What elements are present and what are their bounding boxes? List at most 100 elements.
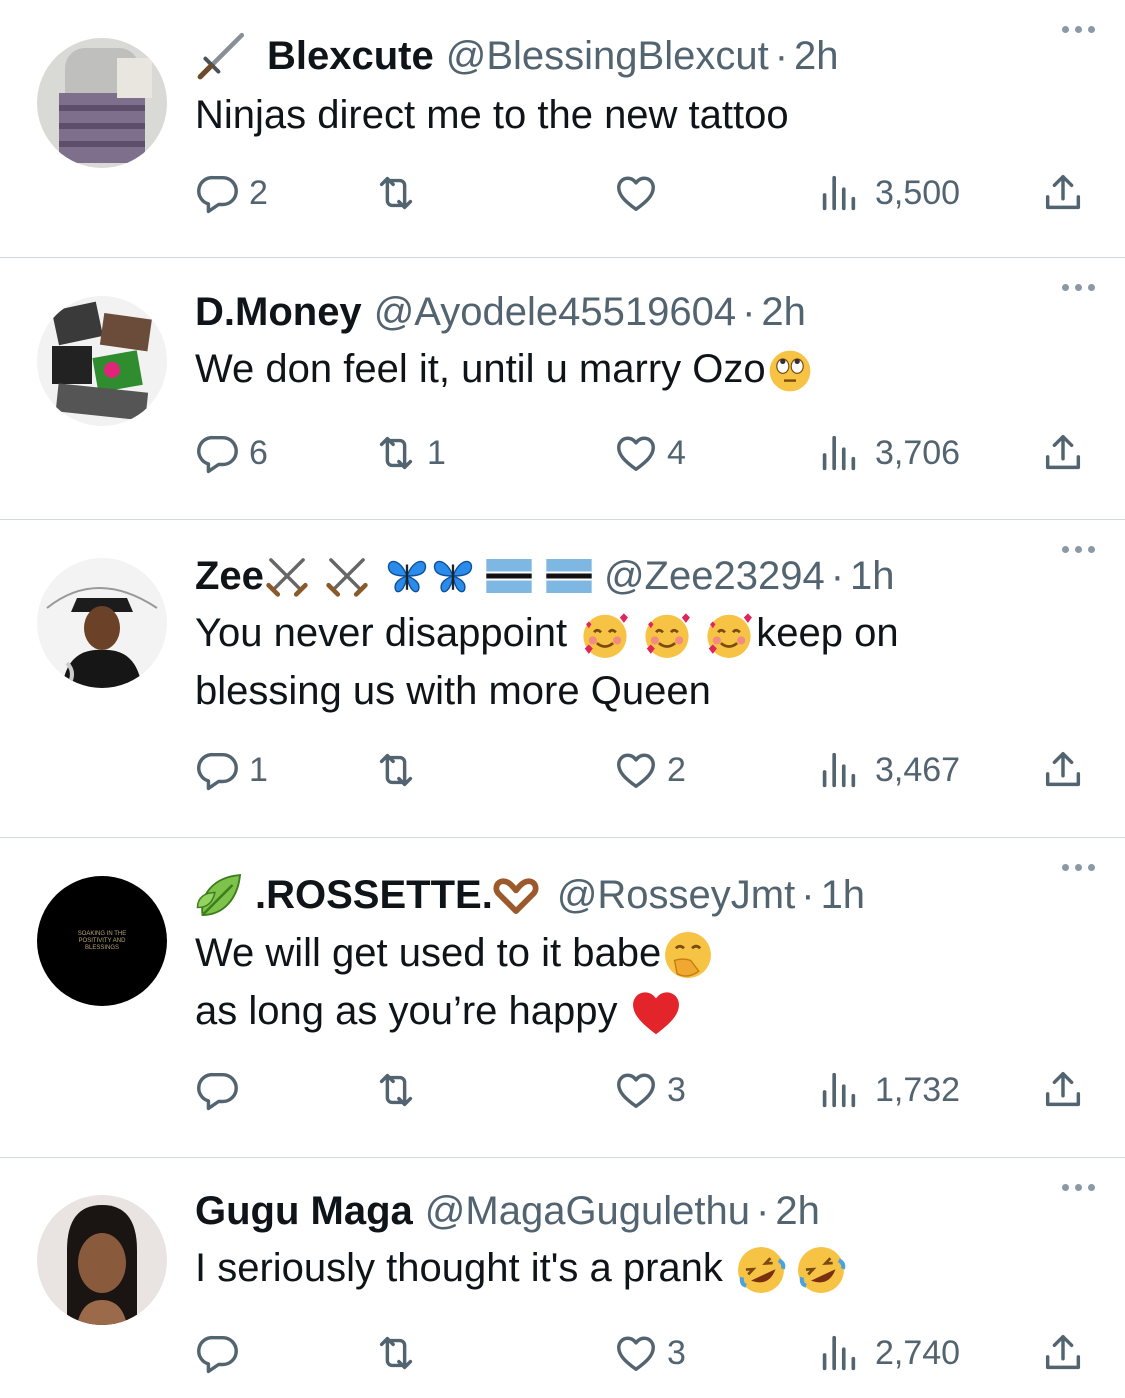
- botswana-flag-icon: [546, 559, 592, 593]
- reply-button[interactable]: 6: [195, 428, 268, 478]
- leaf-icon: [195, 870, 245, 920]
- views-button[interactable]: 2,740: [815, 1328, 960, 1378]
- retweet-count: 1: [427, 433, 446, 472]
- reply-icon: [195, 1330, 241, 1376]
- tweet-card[interactable]: Blexcute @BlessingBlexcut · 2h Ninjas di…: [0, 0, 1125, 258]
- heart-icon: [613, 1330, 659, 1376]
- action-bar: 2 3,500: [195, 168, 1085, 218]
- share-button[interactable]: [1040, 168, 1086, 218]
- face-with-hand-over-mouth-emoji: [661, 928, 715, 982]
- tweet-line: I seriously thought it's a prank: [195, 1246, 735, 1290]
- display-name[interactable]: Zee: [195, 552, 264, 600]
- timestamp[interactable]: 2h: [761, 288, 806, 336]
- action-bar: 3 2,740: [195, 1328, 1085, 1378]
- like-button[interactable]: 4: [613, 428, 686, 478]
- dagger-icon: [195, 30, 247, 82]
- reply-button[interactable]: 2: [195, 168, 268, 218]
- views-button[interactable]: 3,500: [815, 168, 960, 218]
- timestamp[interactable]: 2h: [794, 32, 839, 80]
- action-bar: 6 1 4 3,706: [195, 428, 1085, 478]
- views-icon: [815, 170, 861, 216]
- share-button[interactable]: [1040, 428, 1086, 478]
- share-button[interactable]: [1040, 745, 1086, 795]
- views-button[interactable]: 3,706: [815, 428, 960, 478]
- more-options-icon[interactable]: [1062, 284, 1095, 291]
- retweet-button[interactable]: [373, 168, 427, 218]
- action-bar: 3 1,732: [195, 1065, 1085, 1115]
- tweet-card[interactable]: SOAKING IN THE POSITIVITY AND BLESSINGS …: [0, 838, 1125, 1158]
- share-icon: [1040, 1330, 1086, 1376]
- smiling-face-with-hearts-emoji: [702, 608, 756, 662]
- display-name[interactable]: .ROSSETTE.: [255, 871, 493, 919]
- avatar[interactable]: [37, 558, 167, 688]
- views-icon: [815, 430, 861, 476]
- views-count: 1,732: [875, 1070, 961, 1109]
- heart-icon: [613, 747, 659, 793]
- crossed-swords-icon: [324, 553, 370, 599]
- timestamp[interactable]: 2h: [775, 1187, 820, 1235]
- tweet-text: Ninjas direct me to the new tattoo: [195, 86, 1085, 144]
- display-name[interactable]: Gugu Maga: [195, 1187, 413, 1235]
- avatar[interactable]: SOAKING IN THE POSITIVITY AND BLESSINGS: [37, 876, 167, 1006]
- separator-dot: ·: [774, 34, 789, 78]
- like-button[interactable]: 3: [613, 1065, 686, 1115]
- retweet-button[interactable]: 1: [373, 428, 446, 478]
- user-handle[interactable]: @Ayodele45519604: [374, 288, 736, 336]
- share-button[interactable]: [1040, 1328, 1086, 1378]
- more-options-icon[interactable]: [1062, 1184, 1095, 1191]
- avatar[interactable]: [37, 1195, 167, 1325]
- like-button[interactable]: 3: [613, 1328, 686, 1378]
- user-handle[interactable]: @MagaGugulethu: [425, 1187, 750, 1235]
- reply-icon: [195, 430, 241, 476]
- retweet-button[interactable]: [373, 1065, 427, 1115]
- botswana-flag-icon: [486, 559, 532, 593]
- tweet-card[interactable]: D.Money @Ayodele45519604 · 2h We don fee…: [0, 258, 1125, 520]
- tweet-header: Zee @Zee23294 · 1h: [195, 552, 1085, 600]
- user-handle[interactable]: @BlessingBlexcut: [446, 32, 769, 80]
- reply-feed: Blexcute @BlessingBlexcut · 2h Ninjas di…: [0, 0, 1125, 1398]
- avatar[interactable]: [37, 296, 167, 426]
- share-icon: [1040, 170, 1086, 216]
- tweet-header: Gugu Maga @MagaGugulethu · 2h: [195, 1187, 1085, 1235]
- like-count: 3: [667, 1070, 686, 1109]
- reply-button[interactable]: [195, 1328, 249, 1378]
- tweet-card[interactable]: Gugu Maga @MagaGugulethu · 2h I seriousl…: [0, 1158, 1125, 1398]
- tweet-header: D.Money @Ayodele45519604 · 2h: [195, 288, 1085, 336]
- like-button[interactable]: 2: [613, 745, 686, 795]
- red-heart-emoji: [629, 987, 683, 1041]
- tweet-header: Blexcute @BlessingBlexcut · 2h: [195, 30, 1085, 82]
- heart-icon: [613, 170, 659, 216]
- reply-icon: [195, 170, 241, 216]
- tweet-card[interactable]: Zee @Zee23294 · 1h You never disappoint …: [0, 520, 1125, 838]
- more-options-icon[interactable]: [1062, 864, 1095, 871]
- retweet-icon: [373, 430, 419, 476]
- retweet-button[interactable]: [373, 1328, 427, 1378]
- user-handle[interactable]: @Zee23294: [604, 552, 825, 600]
- retweet-icon: [373, 747, 419, 793]
- display-name[interactable]: Blexcute: [267, 32, 434, 80]
- timestamp[interactable]: 1h: [850, 552, 895, 600]
- butterfly-icon: [384, 553, 430, 599]
- butterfly-icon: [430, 553, 476, 599]
- views-icon: [815, 747, 861, 793]
- retweet-button[interactable]: [373, 745, 427, 795]
- separator-dot: ·: [742, 290, 756, 334]
- avatar[interactable]: [37, 38, 167, 168]
- share-icon: [1040, 1067, 1086, 1113]
- tweet-line: We will get used to it babe: [195, 931, 662, 975]
- timestamp[interactable]: 1h: [821, 871, 866, 919]
- views-button[interactable]: 3,467: [815, 745, 960, 795]
- tweet-line: keep on: [756, 611, 899, 655]
- like-button[interactable]: [613, 168, 667, 218]
- reply-button[interactable]: 1: [195, 745, 268, 795]
- views-count: 3,467: [875, 750, 961, 789]
- reply-button[interactable]: [195, 1065, 249, 1115]
- views-button[interactable]: 1,732: [815, 1065, 960, 1115]
- views-icon: [815, 1330, 861, 1376]
- tweet-text: You never disappoint keep on blessing us…: [195, 604, 1085, 720]
- user-handle[interactable]: @RosseyJmt: [557, 871, 795, 919]
- more-options-icon[interactable]: [1062, 546, 1095, 553]
- share-button[interactable]: [1040, 1065, 1086, 1115]
- display-name[interactable]: D.Money: [195, 288, 362, 336]
- more-options-icon[interactable]: [1062, 26, 1095, 33]
